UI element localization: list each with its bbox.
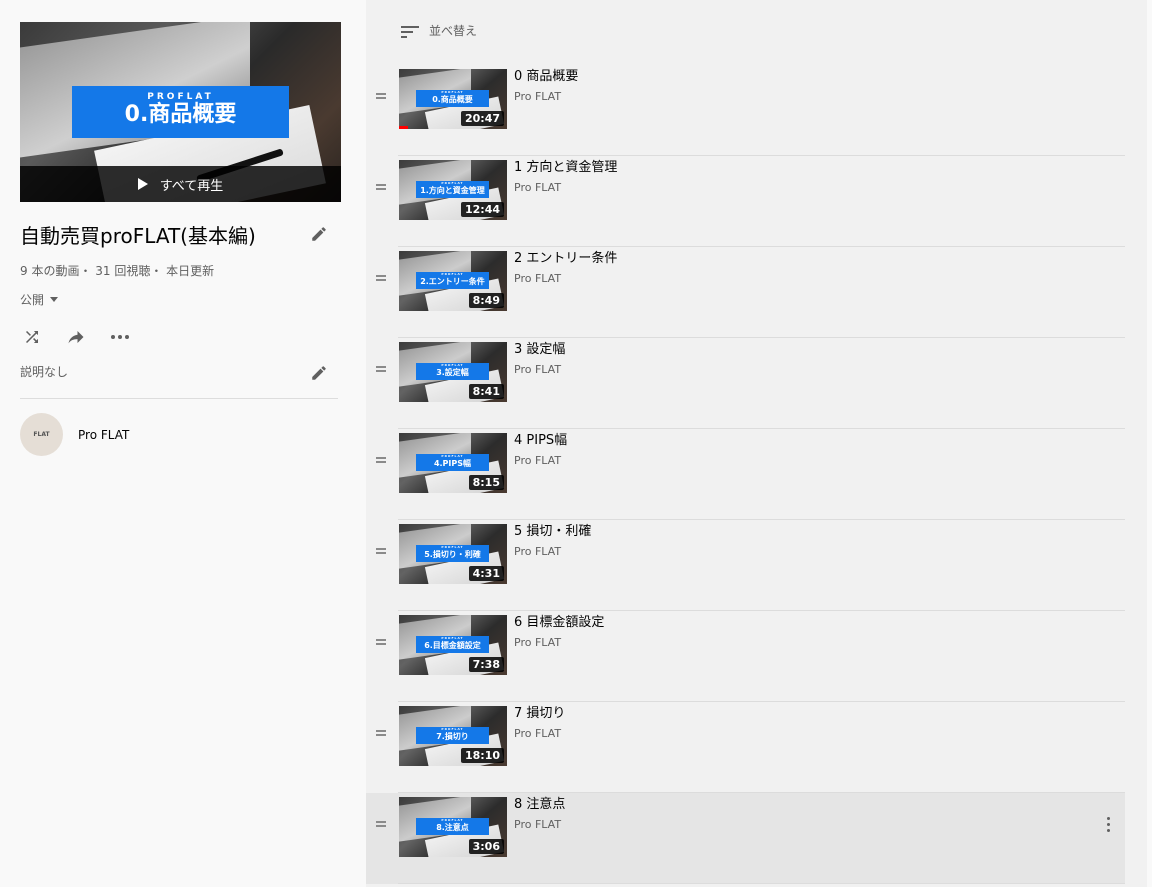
thumbnail-banner-text: 1.方向と資金管理 xyxy=(416,181,489,198)
video-channel[interactable]: Pro FLAT xyxy=(514,181,561,194)
playlist-video-row[interactable]: 6.目標金額設定 7:38 6 目標金額設定 Pro FLAT xyxy=(366,611,1125,702)
drag-handle-icon[interactable] xyxy=(376,821,386,827)
video-thumbnail[interactable]: 7.損切り 18:10 xyxy=(399,706,507,766)
video-channel[interactable]: Pro FLAT xyxy=(514,454,561,467)
playlist-thumbnail[interactable]: PROFLAT 0.商品概要 すべて再生 xyxy=(20,22,341,202)
video-title[interactable]: 8 注意点 xyxy=(514,793,565,812)
playlist-video-row[interactable]: 1.方向と資金管理 12:44 1 方向と資金管理 Pro FLAT xyxy=(366,156,1125,247)
video-thumbnail[interactable]: 4.PIPS幅 8:15 xyxy=(399,433,507,493)
video-thumbnail[interactable]: 6.目標金額設定 7:38 xyxy=(399,615,507,675)
avatar[interactable]: FLAT xyxy=(20,413,63,456)
play-all-button[interactable]: すべて再生 xyxy=(20,166,341,202)
video-duration: 4:31 xyxy=(468,566,504,581)
video-thumbnail[interactable]: 3.設定幅 8:41 xyxy=(399,342,507,402)
edit-icon xyxy=(312,227,326,241)
sort-label: 並べ替え xyxy=(429,24,478,38)
video-duration: 7:38 xyxy=(468,657,504,672)
playlist-description: 説明なし xyxy=(20,365,69,379)
video-title[interactable]: 7 損切り xyxy=(514,702,565,721)
playlist-title: 自動売買proFLAT(基本編) xyxy=(20,224,256,248)
owner-name[interactable]: Pro FLAT xyxy=(78,428,129,442)
playlist-stats: 9 本の動画・ 31 回視聴・ 本日更新 xyxy=(20,264,215,278)
thumbnail-banner-text: 6.目標金額設定 xyxy=(416,636,489,653)
sort-icon xyxy=(401,23,419,39)
drag-handle-icon[interactable] xyxy=(376,184,386,190)
privacy-label: 公開 xyxy=(20,293,45,307)
video-channel[interactable]: Pro FLAT xyxy=(514,272,561,285)
drag-handle-icon[interactable] xyxy=(376,548,386,554)
divider xyxy=(20,398,338,399)
thumbnail-brand: PROFLAT xyxy=(147,92,214,102)
caret-down-icon xyxy=(50,297,59,302)
video-channel[interactable]: Pro FLAT xyxy=(514,818,561,831)
video-thumbnail[interactable]: 2.エントリー条件 8:49 xyxy=(399,251,507,311)
watch-progress-bar xyxy=(399,126,408,129)
share-icon xyxy=(68,331,84,344)
drag-handle-icon[interactable] xyxy=(376,93,386,99)
video-channel[interactable]: Pro FLAT xyxy=(514,545,561,558)
playlist-actions xyxy=(20,326,132,348)
video-thumbnail[interactable]: 0.商品概要 20:47 xyxy=(399,69,507,129)
video-thumbnail[interactable]: 8.注意点 3:06 xyxy=(399,797,507,857)
playlist-video-row[interactable]: 5.損切り・利確 4:31 5 損切・利確 Pro FLAT xyxy=(366,520,1125,611)
drag-handle-icon[interactable] xyxy=(376,730,386,736)
video-duration: 8:41 xyxy=(468,384,504,399)
video-title[interactable]: 6 目標金額設定 xyxy=(514,611,604,630)
playlist-video-row[interactable]: 8.注意点 3:06 8 注意点 Pro FLAT xyxy=(366,793,1125,884)
playlist-video-list: 並べ替え 0.商品概要20:470 商品概要Pro FLAT1.方向と資金管理1… xyxy=(366,0,1147,887)
privacy-dropdown[interactable]: 公開 xyxy=(20,291,59,308)
video-duration: 8:15 xyxy=(468,475,504,490)
shuffle-icon xyxy=(26,331,38,343)
playlist-video-row[interactable]: 0.商品概要 20:47 0 商品概要 Pro FLAT xyxy=(366,65,1125,156)
thumbnail-banner-text: 3.設定幅 xyxy=(416,363,489,380)
thumbnail-banner-text: 8.注意点 xyxy=(416,818,489,835)
edit-icon xyxy=(312,366,326,380)
video-thumbnail[interactable]: 5.損切り・利確 4:31 xyxy=(399,524,507,584)
video-channel[interactable]: Pro FLAT xyxy=(514,727,561,740)
edit-title-button[interactable] xyxy=(307,222,331,246)
video-title[interactable]: 1 方向と資金管理 xyxy=(514,156,617,175)
video-title[interactable]: 2 エントリー条件 xyxy=(514,247,617,266)
drag-handle-icon[interactable] xyxy=(376,457,386,463)
sort-button[interactable]: 並べ替え xyxy=(401,22,477,39)
playlist-video-row[interactable]: 4.PIPS幅 8:15 4 PIPS幅 Pro FLAT xyxy=(366,429,1125,520)
video-duration: 12:44 xyxy=(460,202,504,217)
playlist-video-row[interactable]: 7.損切り 18:10 7 損切り Pro FLAT xyxy=(366,702,1125,793)
thumbnail-banner-text: 5.損切り・利確 xyxy=(416,545,489,562)
more-horiz-icon xyxy=(111,335,129,339)
video-thumbnail[interactable]: 1.方向と資金管理 12:44 xyxy=(399,160,507,220)
row-divider xyxy=(398,883,1125,884)
more-actions-button[interactable] xyxy=(108,326,132,348)
thumbnail-banner-text: 7.損切り xyxy=(416,727,489,744)
playlist-video-row[interactable]: 3.設定幅 8:41 3 設定幅 Pro FLAT xyxy=(366,338,1125,429)
video-duration: 8:49 xyxy=(468,293,504,308)
thumbnail-banner: PROFLAT 0.商品概要 xyxy=(72,86,289,138)
thumbnail-banner-text: 0.商品概要 xyxy=(416,90,489,107)
video-title[interactable]: 3 設定幅 xyxy=(514,338,565,357)
drag-handle-icon[interactable] xyxy=(376,275,386,281)
video-duration: 18:10 xyxy=(460,748,504,763)
playlist-video-row[interactable]: 2.エントリー条件 8:49 2 エントリー条件 Pro FLAT xyxy=(366,247,1125,338)
thumbnail-title: 0.商品概要 xyxy=(124,102,237,127)
video-channel[interactable]: Pro FLAT xyxy=(514,363,561,376)
video-channel[interactable]: Pro FLAT xyxy=(514,636,561,649)
play-icon xyxy=(137,178,148,190)
shuffle-button[interactable] xyxy=(20,326,44,348)
thumbnail-banner-text: 4.PIPS幅 xyxy=(416,454,489,471)
video-channel[interactable]: Pro FLAT xyxy=(514,90,561,103)
video-title[interactable]: 0 商品概要 xyxy=(514,65,578,84)
playlist-owner[interactable]: FLAT Pro FLAT xyxy=(20,413,129,456)
play-all-label: すべて再生 xyxy=(159,178,224,194)
edit-description-button[interactable] xyxy=(307,361,331,385)
drag-handle-icon[interactable] xyxy=(376,366,386,372)
video-duration: 20:47 xyxy=(460,111,504,126)
share-button[interactable] xyxy=(64,326,88,348)
video-title[interactable]: 4 PIPS幅 xyxy=(514,429,567,448)
video-duration: 3:06 xyxy=(468,839,504,854)
video-title[interactable]: 5 損切・利確 xyxy=(514,520,591,539)
drag-handle-icon[interactable] xyxy=(376,639,386,645)
thumbnail-banner-text: 2.エントリー条件 xyxy=(416,272,489,289)
playlist-sidebar: PROFLAT 0.商品概要 すべて再生 自動売買proFLAT(基本編) 9 … xyxy=(0,0,360,887)
video-menu-button[interactable] xyxy=(1107,817,1111,833)
